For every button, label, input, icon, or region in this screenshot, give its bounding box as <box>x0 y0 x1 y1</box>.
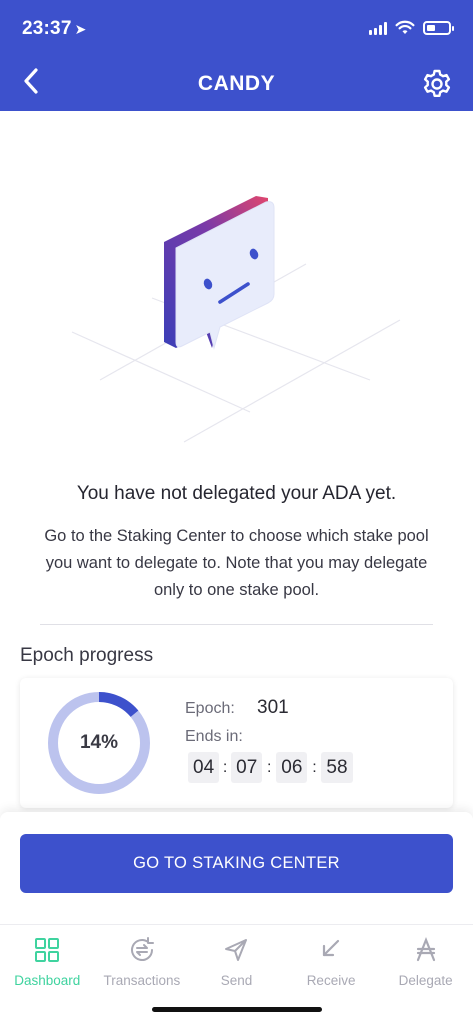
dashboard-icon <box>32 935 62 965</box>
tab-label: Dashboard <box>14 973 81 988</box>
tab-label: Send <box>220 973 253 988</box>
home-indicator <box>152 1007 322 1012</box>
location-arrow-icon: ➤ <box>74 21 87 37</box>
epoch-progress-label: Epoch progress <box>20 645 154 666</box>
section-divider <box>40 624 433 625</box>
tab-bar: Dashboard Transactions Send Receive Dele… <box>0 925 473 995</box>
transactions-icon <box>127 935 157 965</box>
app-header: 23:37 ➤ CANDY <box>0 0 473 111</box>
tab-delegate[interactable]: Delegate <box>378 925 473 995</box>
empty-state-description: Go to the Staking Center to choose which… <box>44 527 429 599</box>
ends-in-key: Ends in: <box>185 728 243 745</box>
epoch-countdown: 04 : 07 : 06 : 58 <box>188 752 353 783</box>
epoch-key: Epoch: <box>185 700 235 717</box>
tab-label: Receive <box>306 973 356 988</box>
countdown-days: 04 <box>188 752 220 783</box>
tab-dashboard[interactable]: Dashboard <box>0 925 95 995</box>
cellular-signal-icon <box>369 21 387 35</box>
bottom-panel: GO TO STAKING CENTER Dashboard Transacti… <box>0 812 473 1024</box>
ada-icon <box>411 935 441 965</box>
empty-delegation-illustration <box>71 196 401 443</box>
countdown-separator: : <box>222 758 228 776</box>
go-to-staking-center-button[interactable]: GO TO STAKING CENTER <box>20 834 453 893</box>
epoch-number: 301 <box>257 697 289 718</box>
gear-icon <box>423 69 451 97</box>
tab-label: Transactions <box>103 973 181 988</box>
empty-state-heading: You have not delegated your ADA yet. <box>76 483 397 504</box>
battery-icon <box>423 20 454 35</box>
countdown-separator: : <box>267 758 272 776</box>
page-title: CANDY <box>197 72 276 95</box>
epoch-progress-card: 14% Epoch: 301 Ends in: 04 : 07 : 06 : 5… <box>20 678 453 808</box>
wifi-icon <box>395 20 415 34</box>
countdown-seconds: 58 <box>321 752 353 783</box>
receive-icon <box>316 935 346 965</box>
countdown-minutes: 06 <box>276 752 308 783</box>
countdown-separator: : <box>312 758 317 776</box>
tab-label: Delegate <box>398 973 453 988</box>
tab-transactions[interactable]: Transactions <box>95 925 190 995</box>
tab-receive[interactable]: Receive <box>284 925 379 995</box>
epoch-progress-percent: 14% <box>79 732 119 753</box>
send-icon <box>221 935 251 965</box>
tab-send[interactable]: Send <box>189 925 284 995</box>
status-time: 23:37 ➤ <box>22 18 87 39</box>
status-icons <box>369 20 454 35</box>
settings-button[interactable] <box>419 66 455 102</box>
countdown-hours: 07 <box>231 752 263 783</box>
